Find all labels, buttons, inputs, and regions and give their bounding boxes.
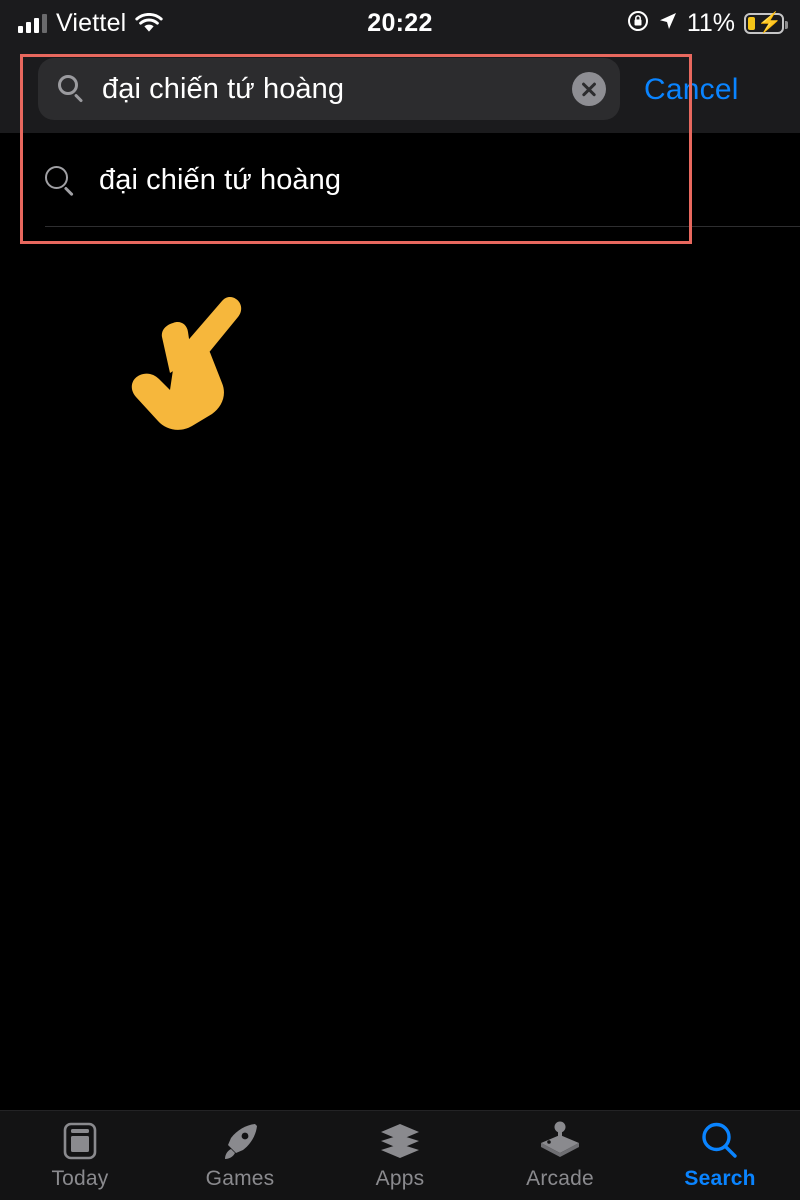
battery-percent-label: 11% [686, 8, 735, 37]
battery-charging-icon: ⚡ [744, 12, 788, 34]
cancel-button[interactable]: Cancel [644, 46, 739, 133]
clock-label: 20:22 [367, 8, 433, 37]
status-bar-left: Viettel [18, 0, 164, 46]
search-input[interactable]: đại chiến tứ hoàng [38, 58, 620, 120]
tab-search[interactable]: Search [640, 1111, 800, 1200]
status-bar-right: 11% ⚡ [627, 0, 788, 46]
tab-label: Today [51, 1166, 109, 1190]
search-icon [58, 75, 86, 103]
search-icon [45, 164, 77, 196]
search-input-value: đại chiến tứ hoàng [102, 72, 345, 105]
search-bar-row: đại chiến tứ hoàng Cancel [0, 46, 800, 133]
tab-apps[interactable]: Apps [320, 1111, 480, 1200]
today-card-icon [57, 1121, 103, 1161]
clear-circle-icon[interactable] [572, 72, 606, 106]
search-suggestion-list: đại chiến tứ hoàng [0, 133, 800, 227]
tab-label: Arcade [526, 1166, 594, 1190]
joystick-icon [537, 1121, 583, 1161]
suggestion-label: đại chiến tứ hoàng [99, 163, 342, 196]
status-bar: Viettel 20:22 11% ⚡ [0, 0, 800, 46]
app-store-search-screen: Viettel 20:22 11% ⚡ đại chiến tứ hoàng C… [0, 0, 800, 1200]
search-icon [697, 1121, 743, 1161]
list-divider [45, 226, 800, 227]
tab-today[interactable]: Today [0, 1111, 160, 1200]
carrier-label: Viettel [56, 8, 127, 37]
tab-label: Apps [375, 1166, 425, 1190]
rocket-icon [217, 1121, 263, 1161]
header: Viettel 20:22 11% ⚡ đại chiến tứ hoàng C… [0, 0, 800, 133]
tab-label: Games [205, 1166, 275, 1190]
cellular-bars-icon [18, 13, 47, 33]
tab-bar: Today Games Apps Arcade Search [0, 1110, 800, 1200]
tab-label: Search [684, 1166, 756, 1190]
wifi-icon [135, 12, 164, 34]
tab-games[interactable]: Games [160, 1111, 320, 1200]
rotation-lock-icon [627, 10, 649, 37]
list-item[interactable]: đại chiến tứ hoàng [0, 133, 800, 227]
stacked-layers-icon [377, 1121, 423, 1161]
location-arrow-icon [658, 11, 678, 36]
pointing-hand-icon [118, 287, 268, 432]
tab-arcade[interactable]: Arcade [480, 1111, 640, 1200]
